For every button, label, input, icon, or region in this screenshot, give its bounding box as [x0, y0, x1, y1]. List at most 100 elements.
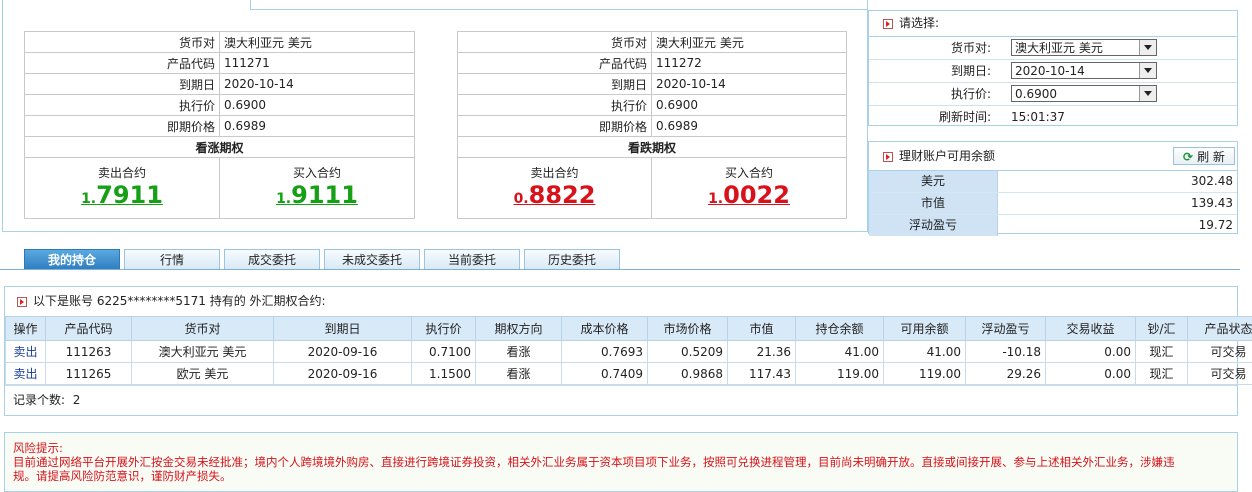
- strike-label: 执行价:: [869, 83, 991, 105]
- holdings-info: 以下是账号 6225********5171 持有的 外汇期权合约:: [5, 287, 1237, 316]
- tab-filled-orders[interactable]: 成交委托: [224, 249, 320, 269]
- currency-label: 货币对:: [869, 37, 991, 59]
- table-cell: 可交易: [1188, 363, 1252, 385]
- column-header: 市值: [728, 317, 796, 341]
- expiry-row: 到期日: 2020-10-14: [869, 60, 1237, 83]
- column-header: 产品状态: [1188, 317, 1252, 341]
- column-header: 浮动盈亏: [966, 317, 1046, 341]
- risk-text-line: 目前通过网络平台开展外汇按金交易未经批准；境内个人跨境境外购房、直接进行跨境证券…: [13, 455, 1237, 469]
- risk-title: 风险提示:: [13, 441, 1237, 455]
- table-cell: 澳大利亚元 美元: [132, 341, 274, 363]
- put-buy-cell: 买入合约 1.0022: [652, 158, 847, 219]
- expiry-select[interactable]: 2020-10-14: [1011, 62, 1157, 79]
- table-cell: 0.00: [1046, 363, 1136, 385]
- chevron-down-icon[interactable]: [1139, 40, 1156, 55]
- balance-row: 浮动盈亏19.72: [869, 215, 1237, 236]
- put-sell-cell: 卖出合约 0.8822: [458, 158, 652, 219]
- table-cell: 看涨: [476, 341, 562, 363]
- table-cell: 欧元 美元: [132, 363, 274, 385]
- balance-row: 市值139.43: [869, 193, 1237, 215]
- table-row: 卖出 111265 欧元 美元 2020-09-16 1.1500 看涨 0.7…: [6, 363, 1252, 385]
- field-label: 即期价格: [25, 116, 220, 137]
- refresh-icon: ⟳: [1183, 150, 1193, 164]
- price-prefix: 1.: [276, 191, 291, 207]
- table-cell: 117.43: [728, 363, 796, 385]
- price-main: 9111: [291, 181, 358, 209]
- table-cell: 41.00: [796, 341, 884, 363]
- field-value: 澳大利亚元 美元: [652, 32, 847, 53]
- selection-header: 请选择:: [869, 11, 1237, 37]
- table-cell: 2020-09-16: [274, 341, 412, 363]
- holdings-table: 操作 产品代码 货币对 到期日 执行价 期权方向 成本价格 市场价格 市值 持仓…: [5, 316, 1252, 385]
- field-value: 111272: [652, 53, 847, 74]
- balance-title: 理财账户可用余额: [899, 149, 995, 163]
- put-sell-price[interactable]: 0.8822: [514, 181, 596, 213]
- table-cell: -10.18: [966, 341, 1046, 363]
- selection-panel: 请选择: 货币对: 澳大利亚元 美元 到期日: 2020-10-14 执行价: …: [868, 10, 1238, 126]
- top-divider-line: [250, 9, 868, 10]
- field-value: 0.6900: [652, 95, 847, 116]
- record-count-label: 记录个数:: [13, 393, 65, 407]
- refresh-time-value: 15:01:37: [1011, 106, 1065, 128]
- chevron-down-icon[interactable]: [1139, 63, 1156, 78]
- tab-current-orders[interactable]: 当前委托: [424, 249, 520, 269]
- refresh-button[interactable]: ⟳ 刷 新: [1173, 147, 1235, 165]
- put-buy-price[interactable]: 1.0022: [708, 181, 790, 213]
- strike-row: 执行价: 0.6900: [869, 83, 1237, 106]
- tab-unfilled-orders[interactable]: 未成交委托: [324, 249, 420, 269]
- field-value: 0.6989: [220, 116, 415, 137]
- holdings-panel: 以下是账号 6225********5171 持有的 外汇期权合约: 操作 产品…: [4, 286, 1238, 416]
- price-main: 7911: [96, 181, 163, 209]
- sell-link[interactable]: 卖出: [13, 345, 37, 359]
- strike-select[interactable]: 0.6900: [1011, 85, 1157, 102]
- record-count: 记录个数: 2: [5, 385, 1237, 415]
- column-header: 市场价格: [648, 317, 728, 341]
- call-buy-price[interactable]: 1.9111: [276, 181, 358, 213]
- table-cell: 2020-09-16: [274, 363, 412, 385]
- balance-value: 139.43: [998, 193, 1237, 214]
- expiry-label: 到期日:: [869, 60, 991, 82]
- risk-text-line: 规。请提高风险防范意识，谨防财产损失。: [13, 469, 1237, 483]
- tab-history-orders[interactable]: 历史委托: [524, 249, 620, 269]
- action-cell: 卖出: [6, 341, 46, 363]
- table-cell: 0.5209: [648, 341, 728, 363]
- field-label: 即期价格: [458, 116, 652, 137]
- table-cell: 119.00: [796, 363, 884, 385]
- expiry-selected: 2020-10-14: [1015, 64, 1085, 78]
- table-cell: 0.00: [1046, 341, 1136, 363]
- table-cell: 111265: [46, 363, 132, 385]
- refresh-time-row: 刷新时间: 15:01:37: [869, 106, 1237, 128]
- field-value: 111271: [220, 53, 415, 74]
- call-sell-price[interactable]: 1.7911: [81, 181, 163, 213]
- balance-label: 市值: [869, 193, 998, 214]
- buy-contract-label: 买入合约: [656, 164, 842, 181]
- currency-select[interactable]: 澳大利亚元 美元: [1011, 39, 1157, 56]
- sell-contract-label: 卖出合约: [29, 164, 215, 181]
- column-header: 操作: [6, 317, 46, 341]
- column-header: 成本价格: [562, 317, 648, 341]
- refresh-label: 刷 新: [1197, 150, 1225, 164]
- table-cell: 41.00: [884, 341, 966, 363]
- tab-bar: 我的持仓 行情 成交委托 未成交委托 当前委托 历史委托: [0, 247, 1240, 270]
- tab-market[interactable]: 行情: [124, 249, 220, 269]
- field-label: 产品代码: [25, 53, 220, 74]
- column-header: 产品代码: [46, 317, 132, 341]
- table-cell: 0.7100: [412, 341, 476, 363]
- sell-link[interactable]: 卖出: [13, 367, 37, 381]
- column-header: 货币对: [132, 317, 274, 341]
- holdings-info-text: 以下是账号 6225********5171 持有的 外汇期权合约:: [33, 294, 326, 308]
- table-row: 卖出 111263 澳大利亚元 美元 2020-09-16 0.7100 看涨 …: [6, 341, 1252, 363]
- balance-value: 302.48: [998, 171, 1237, 192]
- column-header: 可用余额: [884, 317, 966, 341]
- tab-my-positions[interactable]: 我的持仓: [24, 249, 120, 269]
- buy-contract-label: 买入合约: [224, 164, 410, 181]
- price-prefix: 1.: [708, 191, 723, 207]
- record-count-value: 2: [73, 393, 81, 407]
- field-label: 执行价: [25, 95, 220, 116]
- table-cell: 可交易: [1188, 341, 1252, 363]
- call-buy-cell: 买入合约 1.9111: [220, 158, 415, 219]
- balance-header: 理财账户可用余额 ⟳ 刷 新: [869, 142, 1237, 171]
- chevron-down-icon[interactable]: [1139, 86, 1156, 101]
- sell-contract-label: 卖出合约: [462, 164, 647, 181]
- field-value: 0.6900: [220, 95, 415, 116]
